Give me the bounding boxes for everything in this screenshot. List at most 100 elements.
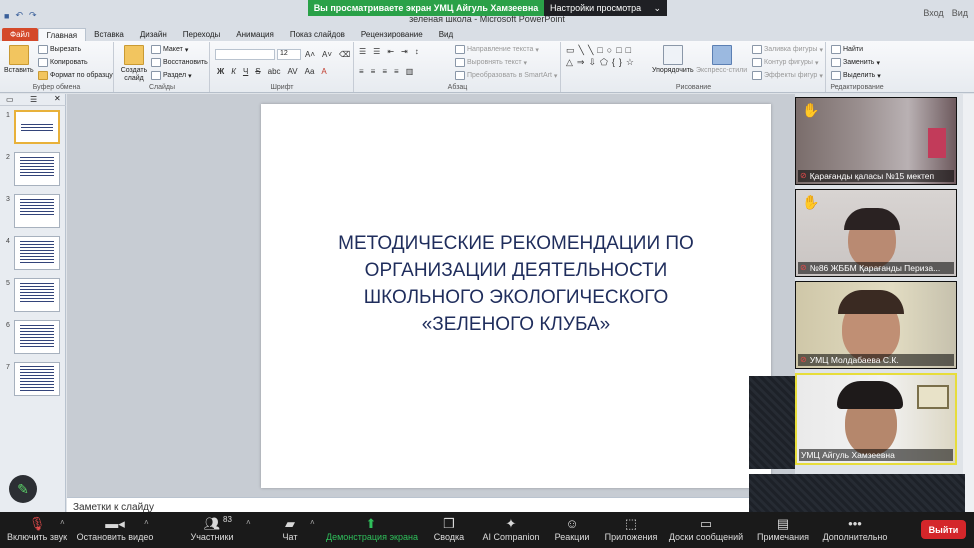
current-slide[interactable]: МЕТОДИЧЕСКИЕ РЕКОМЕНДАЦИИ ПО ОРГАНИЗАЦИИ… [261,104,771,488]
line-icon[interactable]: ╲ [588,45,593,56]
ai-companion-button[interactable]: ✦ AI Companion [482,515,540,545]
tab-file[interactable]: Файл [2,28,38,41]
tab-view[interactable]: Вид [431,28,461,41]
rectangle-icon[interactable]: ▭ [566,45,575,56]
whiteboards-button[interactable]: ▭ Доски сообщений [668,515,744,545]
star-icon[interactable]: ☆ [626,57,634,68]
signin-button[interactable]: Вход [923,8,943,18]
brace-icon[interactable]: { [612,57,615,68]
slide-thumbnail[interactable]: 4 [0,236,66,274]
slides-tab-icon[interactable]: ▭ [6,95,14,104]
slide-thumbnail[interactable]: 3 [0,194,66,232]
chevron-up-icon[interactable]: ˄ [60,518,65,527]
notes-button[interactable]: ▤ Примечания [756,515,810,545]
arrange-button[interactable]: Упорядочить [652,45,694,74]
participant-video-tile[interactable]: ✋ ⊘ №86 ЖББМ Қарағанды Периза... [795,189,957,277]
italic-icon[interactable]: К [231,67,236,76]
chat-button[interactable]: ▰ Чат [278,515,302,545]
chevron-up-icon[interactable]: ˄ [144,518,149,527]
text-direction-button[interactable]: Направление текста ▾ [455,45,539,54]
square-icon[interactable]: □ [626,45,631,56]
spacing-icon[interactable]: AV [288,67,298,76]
shapes-gallery[interactable]: ▭ ╲ ╲ □ ○ □ □ [566,45,631,56]
participant-video-tile[interactable]: ✋ ⊘ Қарағанды қаласы №15 мектеп [795,97,957,185]
line-icon[interactable]: ╲ [579,45,584,56]
slide-thumbnail[interactable]: 5 [0,278,66,316]
tab-review[interactable]: Рецензирование [353,28,431,41]
copy-button[interactable]: Копировать [38,58,88,67]
annotate-pen-button[interactable]: ✎ [9,475,37,503]
cut-button[interactable]: Вырезать [38,45,81,54]
brace-icon[interactable]: } [619,57,622,68]
reset-button[interactable]: Восстановить [151,58,208,67]
bold-icon[interactable]: Ж [217,67,224,76]
arrow-icon[interactable]: ⇩ [588,57,596,68]
align-right-icon[interactable]: ≡ [382,67,387,76]
decrease-indent-icon[interactable]: ⇤ [387,47,394,56]
apps-button[interactable]: ⬚ Приложения [604,515,658,545]
strikethrough-icon[interactable]: S [255,67,260,76]
close-icon[interactable]: ✕ [54,94,61,103]
underline-icon[interactable]: Ч [243,67,248,76]
case-icon[interactable]: Aa [305,67,315,76]
outline-tab-icon[interactable]: ☰ [30,95,37,104]
shape-outline-button[interactable]: Контур фигуры ▾ [752,58,818,67]
square-icon[interactable]: □ [597,45,602,56]
tab-home[interactable]: Главная [37,28,87,41]
notes-pane[interactable]: Заметки к слайду [67,497,795,513]
view-options-button[interactable]: Настройки просмотра ⌄ [544,0,667,16]
slide-title[interactable]: МЕТОДИЧЕСКИЕ РЕКОМЕНДАЦИИ ПО ОРГАНИЗАЦИИ… [301,230,731,338]
find-button[interactable]: Найти [831,45,863,54]
shrink-font-icon[interactable]: A˅ [322,50,332,59]
bullets-icon[interactable]: ☰ [359,47,366,56]
increase-indent-icon[interactable]: ⇥ [401,47,408,56]
new-slide-button[interactable]: Создать слайд [119,45,149,83]
line-spacing-icon[interactable]: ↕ [415,47,419,56]
view-menu-button[interactable]: Вид [952,8,968,18]
paste-button[interactable]: Вставить [4,45,34,74]
columns-icon[interactable]: ▥ [406,67,414,76]
numbering-icon[interactable]: ☰ [373,47,380,56]
unmute-button[interactable]: 🎙︎ Включить звук [6,515,68,545]
reactions-button[interactable]: ☺ Реакции [554,515,590,545]
share-screen-button[interactable]: ⬆ Демонстрация экрана [326,515,418,545]
slide-thumbnail[interactable]: 7 [0,362,66,400]
tab-insert[interactable]: Вставка [86,28,132,41]
font-color-icon[interactable]: A [321,67,326,76]
section-button[interactable]: Раздел ▾ [151,71,192,80]
quick-styles-button[interactable]: Экспресс-стили [696,45,747,74]
slide-thumbnail[interactable]: 2 [0,152,66,190]
triangle-icon[interactable]: △ [566,57,573,68]
font-size-field[interactable]: 12 [277,49,301,60]
tab-animation[interactable]: Анимация [228,28,282,41]
more-button[interactable]: ••• Дополнительно [822,515,888,545]
align-left-icon[interactable]: ≡ [359,67,364,76]
participant-video-tile[interactable]: ⊘ УМЦ Молдабаева С.К. [795,281,957,369]
clear-format-icon[interactable]: ⌫ [339,50,350,59]
arrow-icon[interactable]: ⇒ [577,57,585,68]
layout-button[interactable]: Макет ▾ [151,45,188,54]
square-icon[interactable]: □ [616,45,621,56]
chevron-up-icon[interactable]: ˄ [246,518,251,527]
pentagon-icon[interactable]: ⬠ [600,57,608,68]
stop-video-button[interactable]: ▬◂ Остановить видео [76,515,154,545]
format-painter-button[interactable]: Формат по образцу [38,71,113,80]
grow-font-icon[interactable]: A˄ [305,50,315,59]
align-center-icon[interactable]: ≡ [371,67,376,76]
smartart-button[interactable]: Преобразовать в SmartArt ▾ [455,71,557,80]
tab-transitions[interactable]: Переходы [175,28,229,41]
summary-button[interactable]: ❒ Сводка [432,515,466,545]
replace-button[interactable]: Заменить ▾ [831,58,880,67]
shape-fill-button[interactable]: Заливка фигуры ▾ [752,45,823,54]
slide-thumbnail[interactable]: 1 [0,110,66,148]
shape-effects-button[interactable]: Эффекты фигур ▾ [752,71,823,80]
leave-meeting-button[interactable]: Выйти [921,520,966,539]
oval-icon[interactable]: ○ [607,45,612,56]
select-button[interactable]: Выделить ▾ [831,71,881,80]
tab-slide-show[interactable]: Показ слайдов [282,28,353,41]
align-text-button[interactable]: Выровнять текст ▾ [455,58,527,67]
shadow-icon[interactable]: abc [268,67,281,76]
vertical-scrollbar[interactable] [963,94,974,512]
chevron-up-icon[interactable]: ˄ [310,518,315,527]
justify-icon[interactable]: ≡ [394,67,399,76]
